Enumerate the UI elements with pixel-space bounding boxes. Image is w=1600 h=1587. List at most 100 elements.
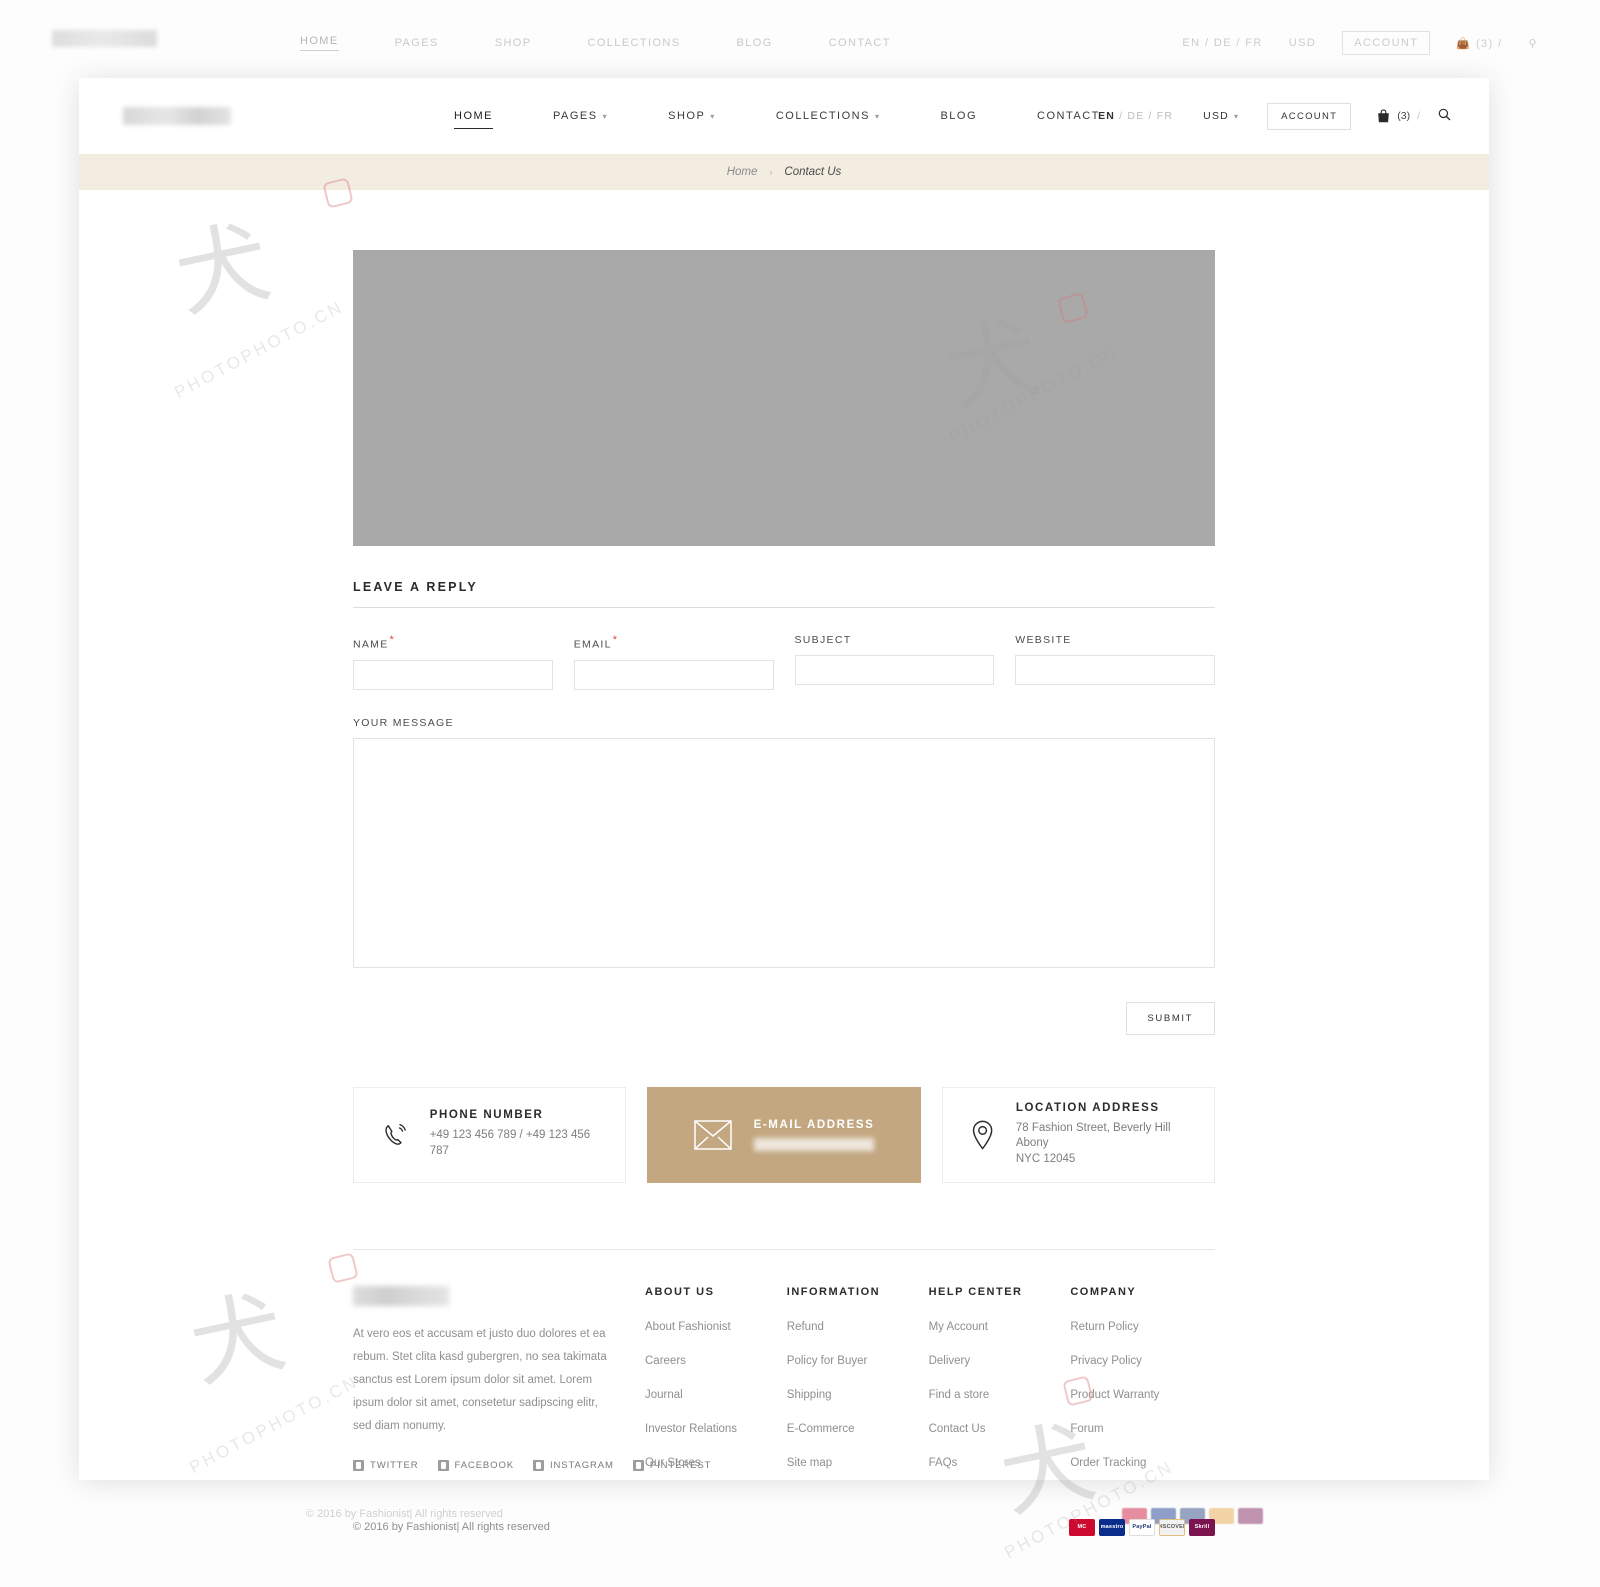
contact-card-phone-title: PHONE NUMBER <box>429 1109 544 1122</box>
footer-link-journal[interactable]: Journal <box>645 1389 787 1401</box>
footer-link-forum[interactable]: Forum <box>1070 1423 1215 1435</box>
contact-card-email-text: E-MAIL ADDRESS <box>753 1118 875 1151</box>
nav-item-shop[interactable]: SHOP ▾ <box>638 110 746 122</box>
footer-link-return-policy[interactable]: Return Policy <box>1070 1321 1215 1333</box>
footer-link-careers[interactable]: Careers <box>645 1355 787 1367</box>
nav-label-shop: SHOP <box>668 110 706 122</box>
field-email: EMAIL* <box>573 634 774 690</box>
nav-label-home: HOME <box>454 110 493 122</box>
footer-link-shipping[interactable]: Shipping <box>787 1389 929 1401</box>
label-name: NAME* <box>353 634 553 651</box>
footer-heading-information: INFORMATION <box>786 1285 881 1298</box>
site-footer: At vero eos et accusam et justo duo dolo… <box>353 1248 1215 1491</box>
background-search-icon: ⚲ <box>1528 37 1538 50</box>
field-website: WEBSITE <box>1015 634 1215 690</box>
subject-input[interactable] <box>794 655 995 685</box>
footer-link-product-warranty[interactable]: Product Warranty <box>1070 1389 1215 1401</box>
location-pin-icon <box>972 1120 993 1150</box>
currency-switcher[interactable]: USD ▾ <box>1203 110 1239 122</box>
search-icon[interactable] <box>1438 108 1451 124</box>
footer-link-about-fashionist[interactable]: About Fashionist <box>645 1321 787 1333</box>
phone-icon <box>385 1123 406 1145</box>
map-placeholder[interactable] <box>353 250 1215 546</box>
field-name: NAME* <box>353 634 553 690</box>
name-input[interactable] <box>353 659 553 690</box>
footer-link-privacy-policy[interactable]: Privacy Policy <box>1070 1355 1215 1367</box>
facebook-icon <box>437 1459 449 1471</box>
social-link-twitter[interactable]: TWITTER <box>353 1459 419 1471</box>
contact-card-location-title: LOCATION ADDRESS <box>1015 1101 1160 1114</box>
footer-heading-help-center: HELP CENTER <box>928 1285 1023 1298</box>
footer-heading-about-us: ABOUT US <box>645 1285 715 1298</box>
account-button[interactable]: ACCOUNT <box>1267 102 1352 130</box>
footer-link-policy-for-buyer[interactable]: Policy for Buyer <box>787 1355 929 1367</box>
envelope-icon <box>693 1119 732 1150</box>
contact-card-email[interactable]: E-MAIL ADDRESS <box>647 1086 921 1183</box>
copyright-text: © 2016 by Fashionist| All rights reserve… <box>353 1521 550 1533</box>
discover-icon: DISCOVER <box>1159 1518 1185 1536</box>
contact-card-location-line2: NYC 12045 <box>1015 1152 1076 1165</box>
website-input[interactable] <box>1015 655 1215 685</box>
social-link-facebook[interactable]: FACEBOOK <box>437 1459 514 1471</box>
footer-link-delivery[interactable]: Delivery <box>929 1355 1071 1367</box>
nav-item-blog[interactable]: BLOG <box>910 110 1007 122</box>
social-label-facebook: FACEBOOK <box>454 1459 514 1471</box>
message-textarea[interactable] <box>353 737 1215 968</box>
label-website: WEBSITE <box>1015 634 1072 646</box>
footer-logo[interactable] <box>353 1285 449 1306</box>
footer-link-order-tracking[interactable]: Order Tracking <box>1070 1457 1215 1469</box>
footer-link-find-a-store[interactable]: Find a store <box>929 1389 1071 1401</box>
chevron-down-icon: ▾ <box>1233 112 1240 121</box>
social-links: TWITTER FACEBOOK INSTAGRAM PINTEREST <box>353 1459 710 1471</box>
footer-description: At vero eos et accusam et justo duo dolo… <box>353 1327 607 1432</box>
social-label-twitter: TWITTER <box>370 1459 419 1471</box>
footer-link-e-commerce[interactable]: E-Commerce <box>787 1423 929 1435</box>
breadcrumb-home[interactable]: Home <box>727 166 758 178</box>
background-currency: USD <box>1288 37 1317 49</box>
footer-link-faqs[interactable]: FAQs <box>929 1457 1071 1469</box>
page-card: HOME PAGES ▾ SHOP ▾ COLLECTIONS ▾ BLOG CONT… <box>79 78 1489 1536</box>
cart-widget[interactable]: (3) / <box>1377 108 1451 124</box>
nav-label-pages: PAGES <box>553 110 598 122</box>
background-nav: HOME PAGES SHOP COLLECTIONS BLOG CONTACT… <box>0 28 1600 58</box>
nav-label-blog: BLOG <box>940 110 978 122</box>
site-logo[interactable] <box>123 107 231 125</box>
footer-column-company: COMPANY Return Policy Privacy Policy Pro… <box>1070 1286 1215 1491</box>
breadcrumb: Home › Contact Us <box>79 154 1489 190</box>
footer-link-site-map[interactable]: Site map <box>787 1457 929 1469</box>
label-subject: SUBJECT <box>794 634 852 646</box>
contact-card-location[interactable]: LOCATION ADDRESS 78 Fashion Street, Beve… <box>941 1086 1215 1183</box>
nav-item-pages[interactable]: PAGES ▾ <box>523 110 638 122</box>
footer-link-refund[interactable]: Refund <box>787 1321 929 1333</box>
background-nav-collections: COLLECTIONS <box>587 37 681 49</box>
breadcrumb-current: Contact Us <box>784 166 842 178</box>
social-link-instagram[interactable]: INSTAGRAM <box>532 1459 614 1471</box>
label-name-text: NAME <box>353 638 389 651</box>
background-pay-skrill <box>1238 1508 1263 1524</box>
background-language: EN / DE / FR <box>1182 37 1263 49</box>
footer-link-our-stores[interactable]: Our Stores <box>645 1457 787 1469</box>
breadcrumb-separator: › <box>769 167 773 177</box>
main-content: LEAVE A REPLY NAME* EMAIL* SUBJECT WEBSI… <box>353 190 1215 1183</box>
footer-link-my-account[interactable]: My Account <box>929 1321 1071 1333</box>
nav-item-collections[interactable]: COLLECTIONS ▾ <box>746 110 911 122</box>
label-email-text: EMAIL <box>573 638 612 651</box>
skrill-icon: Skrill <box>1189 1518 1215 1536</box>
cart-separator: / <box>1417 110 1420 122</box>
social-label-instagram: INSTAGRAM <box>549 1459 614 1471</box>
contact-card-email-title: E-MAIL ADDRESS <box>753 1118 875 1131</box>
shopping-bag-icon <box>1378 109 1390 123</box>
footer-link-investor-relations[interactable]: Investor Relations <box>645 1423 787 1435</box>
cart-count: (3) <box>1397 110 1411 122</box>
footer-link-contact-us[interactable]: Contact Us <box>929 1423 1071 1435</box>
background-nav-contact: CONTACT <box>828 37 891 49</box>
footer-column-information: INFORMATION Refund Policy for Buyer Ship… <box>787 1286 929 1491</box>
background-nav-items: HOME PAGES SHOP COLLECTIONS BLOG CONTACT <box>300 28 891 58</box>
contact-card-phone[interactable]: PHONE NUMBER +49 123 456 789 / +49 123 4… <box>353 1086 627 1183</box>
language-switcher[interactable]: EN / DE / FR <box>1098 110 1173 122</box>
nav-item-home[interactable]: HOME <box>424 110 523 129</box>
email-input[interactable] <box>573 659 774 690</box>
contact-card-phone-value: +49 123 456 789 / +49 123 456 787 <box>429 1129 591 1157</box>
chevron-down-icon: ▾ <box>602 112 609 121</box>
submit-button[interactable]: SUBMIT <box>1125 1001 1215 1035</box>
